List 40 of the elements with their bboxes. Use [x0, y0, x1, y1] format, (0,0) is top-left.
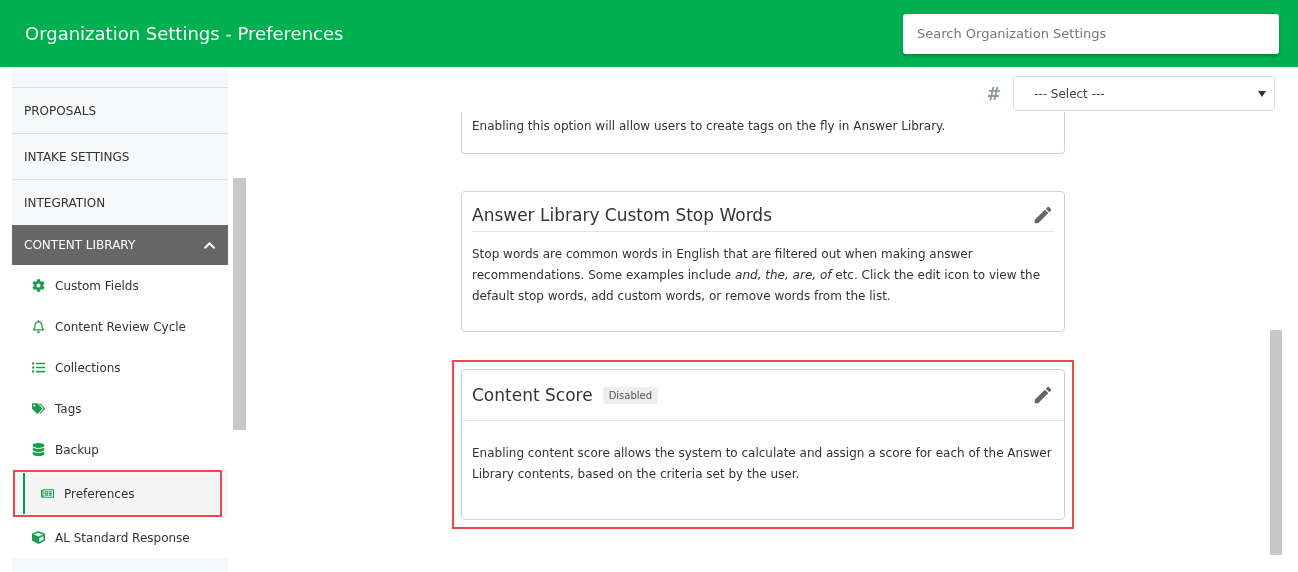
edit-icon[interactable] [1032, 204, 1054, 226]
sidebar-subitem-label: AL Standard Response [55, 530, 190, 545]
sidebar-group-label: CONTENT LIBRARY [24, 238, 136, 252]
menu-item-icon [41, 487, 54, 500]
caret-icon [1258, 90, 1266, 97]
scrollbar-thumb[interactable] [1270, 330, 1282, 555]
sidebar-subitem-label: Collections [55, 360, 121, 375]
card-description: Enabling content score allows the system to calculate and assign a score for each of the Answer Library contents, based on the criteria set by the user. [471, 445, 1053, 483]
sidebar-subitem[interactable]: Collections [12, 347, 228, 388]
status-badge: Disabled [602, 386, 659, 404]
sidebar-subitem-label: Tags [55, 401, 82, 416]
edit-icon[interactable] [1032, 384, 1054, 406]
sidebar-item[interactable]: INTAKE SETTINGS [12, 133, 228, 179]
page-title: Organization Settings - Preferences [25, 23, 344, 44]
sidebar-subitem[interactable]: Content Review Cycle [12, 306, 228, 347]
card-description: Stop words are common words in English that are filtered out when making answer recommendations. Some examples include and, the, are, of etc. Click the edit icon to view the default stop words, add custom words, or remove words from the list. [471, 246, 1042, 305]
card-title: Answer Library Custom Stop Words [472, 205, 772, 225]
card-title: Content Score [472, 385, 593, 405]
sidebar-subitem[interactable]: Tags [12, 388, 228, 429]
sidebar-item[interactable]: PROPOSALS [12, 87, 228, 133]
sidebar-subitem[interactable]: Backup [12, 429, 228, 470]
menu-item-icon [32, 531, 45, 544]
sidebar-subitem[interactable]: Custom Fields [12, 265, 228, 306]
menu-item-icon [32, 279, 45, 292]
sidebar-subitem-label: Preferences [64, 486, 135, 501]
search-field[interactable]: Search Organization Settings [903, 13, 1279, 54]
sidebar-group-header[interactable]: CONTENT LIBRARY [12, 225, 228, 265]
select-dropdown[interactable]: --- Select --- [1013, 76, 1275, 111]
sidebar-subitem-label: Backup [55, 442, 99, 457]
sidebar-subitem-label: Custom Fields [55, 278, 139, 293]
menu-item-icon [32, 320, 45, 333]
menu-item-icon [32, 361, 45, 374]
card-description: Enabling this option will allow users to create tags on the fly in Answer Library. [471, 118, 947, 135]
menu-item-icon [32, 443, 45, 456]
hash-symbol: # [986, 83, 1001, 104]
sidebar-subitem[interactable]: Preferences [23, 473, 217, 514]
scrollbar-thumb[interactable] [233, 178, 246, 430]
menu-item-icon [32, 402, 45, 415]
sidebar-subitem[interactable]: AL Standard Response [12, 517, 228, 558]
sidebar-subitem-label: Content Review Cycle [55, 319, 186, 334]
